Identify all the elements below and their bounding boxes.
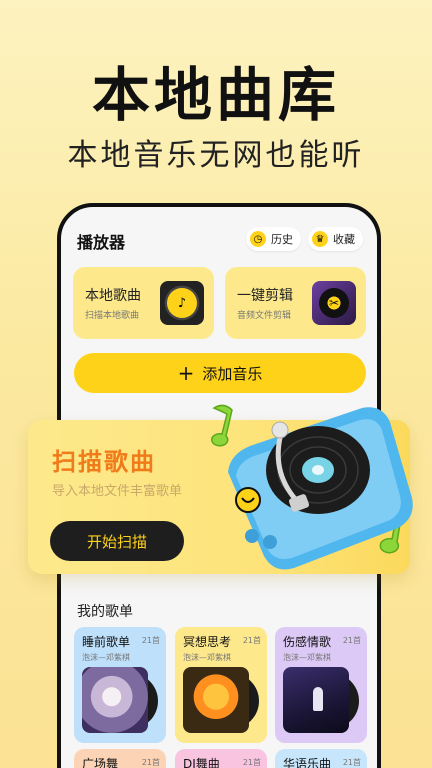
playlist-count: 21首 — [141, 758, 160, 767]
playlist-artist: 泡沫—邓紫棋 — [183, 653, 231, 662]
page-title: 播放器 — [77, 233, 126, 252]
scan-title: 扫描歌曲 — [52, 448, 156, 476]
playlist-count: 21首 — [242, 636, 261, 645]
playlist-card[interactable]: DJ舞曲 21首 — [175, 749, 267, 768]
card-subtitle: 扫描本地歌曲 — [85, 311, 140, 321]
playlist-card[interactable]: 睡前歌单 21首 泡沫—邓紫棋 — [74, 627, 166, 743]
playlist-card[interactable]: 伤感情歌 21首 泡沫—邓紫棋 — [275, 627, 367, 743]
playlist-count: 21首 — [242, 758, 261, 767]
card-title: 本地歌曲 — [85, 288, 141, 304]
playlist-count: 21首 — [342, 758, 361, 767]
vinyl-icon: ♪ — [160, 281, 204, 325]
playlist-cover — [183, 667, 249, 733]
playlist-cover — [82, 667, 148, 733]
player-header: 播放器 ◷ 历史 ♛ 收藏 — [75, 227, 363, 253]
local-songs-card[interactable]: 本地歌曲 扫描本地歌曲 ♪ — [73, 267, 214, 339]
start-scan-button[interactable]: 开始扫描 — [50, 521, 184, 561]
card-subtitle: 音频文件剪辑 — [237, 311, 292, 321]
card-title: 一键剪辑 — [237, 288, 293, 304]
favorites-label: 收藏 — [333, 233, 355, 246]
playlist-name: 广场舞 — [82, 757, 119, 768]
playlist-card[interactable]: 冥想思考 21首 泡沫—邓紫棋 — [175, 627, 267, 743]
my-playlists-title: 我的歌单 — [77, 604, 133, 620]
music-note-icon — [211, 404, 233, 447]
playlist-count: 21首 — [141, 636, 160, 645]
add-music-label: 添加音乐 — [202, 364, 263, 383]
favorites-button[interactable]: ♛ 收藏 — [308, 227, 363, 251]
playlist-card[interactable]: 华语乐曲 21首 — [275, 749, 367, 768]
playlist-name: 伤感情歌 — [283, 635, 332, 649]
plus-icon: + — [177, 361, 195, 385]
crown-icon: ♛ — [312, 231, 328, 247]
playlist-name: 华语乐曲 — [283, 757, 332, 768]
history-button[interactable]: ◷ 历史 — [246, 227, 301, 251]
playlist-count: 21首 — [342, 636, 361, 645]
hero-subtitle: 本地音乐无网也能听 — [67, 138, 365, 173]
playlist-card[interactable]: 广场舞 21首 — [74, 749, 166, 768]
playlist-name: 冥想思考 — [183, 635, 232, 649]
playlist-name: DJ舞曲 — [183, 757, 220, 768]
history-label: 历史 — [271, 233, 293, 246]
quick-edit-card[interactable]: 一键剪辑 音频文件剪辑 ✂ — [225, 267, 366, 339]
playlist-artist: 泡沫—邓紫棋 — [82, 653, 130, 662]
hero-title: 本地曲库 — [91, 61, 340, 129]
scan-subtitle: 导入本地文件丰富歌单 — [52, 484, 183, 499]
pianist-figure — [313, 687, 323, 711]
playlist-cover — [283, 667, 349, 733]
scissors-icon: ✂ — [312, 281, 356, 325]
playlist-artist: 泡沫—邓紫棋 — [283, 653, 331, 662]
add-music-button[interactable]: + 添加音乐 — [74, 353, 366, 393]
playlist-name: 睡前歌单 — [82, 635, 131, 649]
clock-icon: ◷ — [250, 231, 266, 247]
turntable-illustration — [211, 404, 413, 570]
